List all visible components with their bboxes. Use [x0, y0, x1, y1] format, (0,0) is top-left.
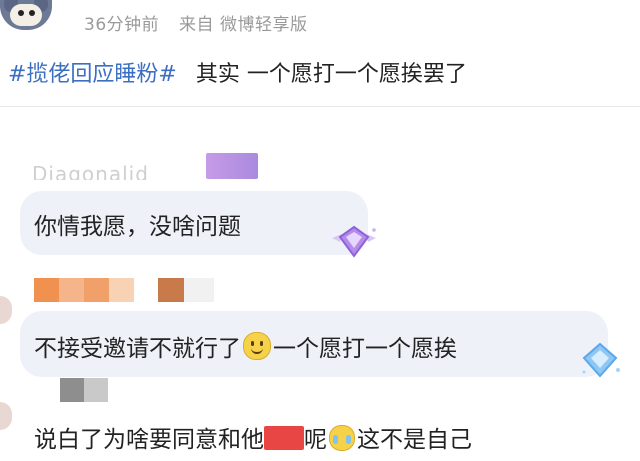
mosaic-username-2: [34, 278, 134, 302]
mosaic-username-2b: [158, 278, 184, 302]
faded-username: Diagonalid: [32, 162, 149, 180]
avatar-eye-left: [18, 10, 24, 16]
poster-avatar[interactable]: [0, 0, 52, 30]
diamond-wings-badge-icon: [332, 225, 376, 258]
avatar-face: [10, 4, 42, 26]
mosaic-username-2c: [184, 278, 214, 302]
post-text: 其实 一个愿打一个愿挨罢了: [195, 62, 467, 87]
comment-2-part-2: 一个愿打一个愿挨: [273, 336, 457, 362]
hashtag-link[interactable]: #揽佬回应睡粉#: [8, 62, 177, 87]
section-divider: [0, 106, 640, 107]
comment-text-3: 说白了为啥要同意和他 呢 这不是自己: [34, 420, 472, 454]
comment-3-part-3: 这不是自己: [357, 427, 472, 453]
crying-emoji-icon: [329, 425, 355, 451]
comment-3-part-1: 说白了为啥要同意和他: [34, 427, 264, 453]
post-content: #揽佬回应睡粉# 其实 一个愿打一个愿挨罢了: [8, 56, 467, 88]
post-time: 36分钟前: [84, 15, 160, 35]
comment-text-1: 你情我愿，没啥问题: [34, 214, 241, 240]
mosaic-username-3: [60, 378, 108, 402]
post-meta: 36分钟前 来自 微博轻享版: [84, 10, 321, 35]
comment-2-part-1: 不接受邀请不就行了: [34, 336, 241, 362]
avatar-edge-3: [0, 402, 12, 430]
avatar-eye-right: [29, 10, 35, 16]
comment-text-2: 不接受邀请不就行了 一个愿打一个愿挨: [34, 329, 457, 363]
avatar-edge-2: [0, 296, 12, 324]
redacted-username-block: [206, 153, 258, 179]
blue-diamond-badge-icon: [582, 342, 620, 378]
redacted-word: [264, 426, 304, 450]
smile-emoji-icon: [243, 332, 271, 360]
comment-3-part-2: 呢: [304, 427, 327, 453]
post-source: 来自 微博轻享版: [179, 15, 308, 35]
